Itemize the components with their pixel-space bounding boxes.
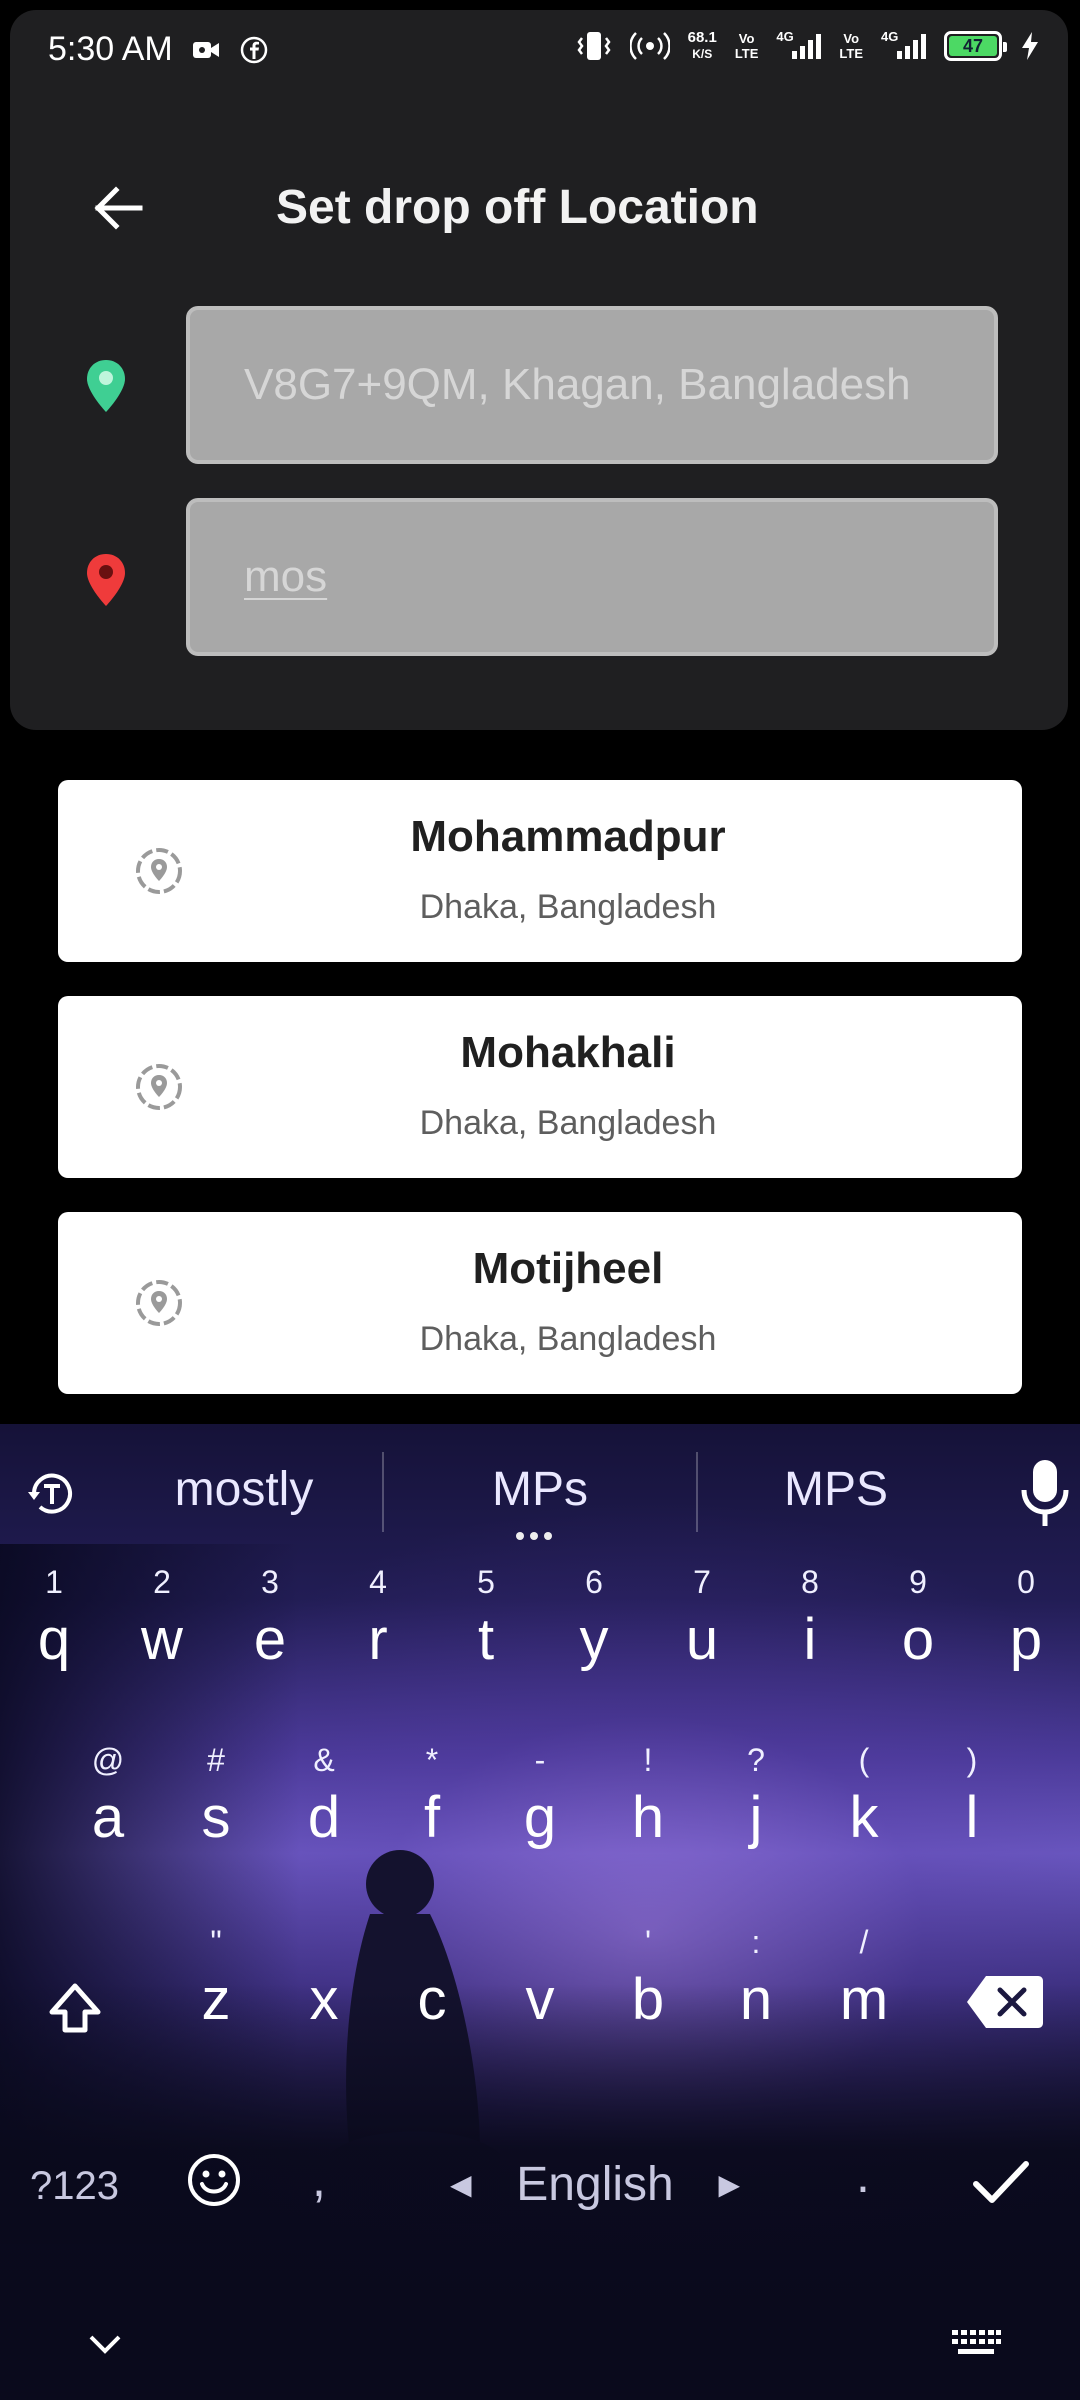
status-bar: 5:30 AM 68.1 K/S Vo LTE 4G Vo LTE 4G 47	[0, 0, 1080, 100]
suggestion-item[interactable]: Mohakhali Dhaka, Bangladesh	[58, 996, 1022, 1178]
key-a[interactable]: @ a	[54, 1742, 162, 1892]
shift-key[interactable]	[40, 1974, 110, 2044]
key-l[interactable]: ) l	[918, 1742, 1026, 1892]
suggestion-title: Motijheel	[472, 1244, 664, 1293]
key-i[interactable]: 8i	[756, 1564, 864, 1714]
facebook-icon	[240, 36, 268, 64]
pickup-pin-icon	[87, 360, 125, 412]
space-key[interactable]: ◀ English ▶	[450, 2154, 740, 2214]
shift-icon	[49, 1983, 101, 2033]
key-e[interactable]: 3e	[216, 1564, 324, 1714]
key-b[interactable]: ' b	[594, 1924, 702, 2074]
comma-key[interactable]: ,	[312, 2150, 326, 2208]
symbols-key[interactable]: ?123	[30, 2164, 119, 2209]
suggestion-subtitle: Dhaka, Bangladesh	[419, 1104, 717, 1142]
key-n[interactable]: :n	[702, 1924, 810, 2074]
dropoff-pin-icon	[87, 554, 125, 606]
key-d[interactable]: & d	[270, 1742, 378, 1892]
key-c[interactable]: c	[378, 1924, 486, 2074]
hotspot-icon	[629, 32, 670, 60]
emoji-icon[interactable]	[186, 2152, 242, 2208]
key-g[interactable]: -g	[486, 1742, 594, 1892]
battery-icon: 47	[944, 31, 1007, 61]
network-speed: 68.1 K/S	[687, 29, 717, 62]
key-s[interactable]: # s	[162, 1742, 270, 1892]
key-j[interactable]: ? j	[702, 1742, 810, 1892]
pickup-location-input[interactable]: V8G7+9QM, Khagan, Bangladesh	[186, 306, 998, 464]
signal-icon-2: 4G	[881, 29, 926, 59]
key-t[interactable]: 5t	[432, 1564, 540, 1714]
key-p[interactable]: 0p	[972, 1564, 1080, 1714]
volte-badge-1: Vo LTE	[734, 31, 759, 61]
key-h[interactable]: ! h	[594, 1742, 702, 1892]
key-y[interactable]: 6y	[540, 1564, 648, 1714]
keyboard: mostly MPs MPS 1q 2w 3e 4r 5t 6y 7u 8i 9…	[0, 1424, 1080, 2400]
vibrate-icon	[577, 32, 611, 60]
more-suggestions-dots[interactable]	[516, 1532, 552, 1540]
backspace-icon	[967, 1976, 1043, 2028]
volte-badge-2: Vo LTE	[839, 31, 863, 61]
key-o[interactable]: 9o	[864, 1564, 972, 1714]
microphone-icon[interactable]	[1018, 1458, 1072, 1528]
suggestion-item[interactable]: Mohammadpur Dhaka, Bangladesh	[58, 780, 1022, 962]
key-q[interactable]: 1q	[0, 1564, 108, 1714]
period-key[interactable]: .	[856, 2146, 870, 2204]
suggestion-item[interactable]: Motijheel Dhaka, Bangladesh	[58, 1212, 1022, 1394]
divider	[382, 1452, 384, 1532]
space-language-label: English	[516, 2157, 674, 2211]
video-camera-icon	[193, 42, 219, 58]
translate-icon[interactable]	[24, 1466, 80, 1522]
signal-icon-1: 4G	[776, 29, 822, 59]
suggestion-title: Mohakhali	[460, 1028, 676, 1077]
language-next-icon: ▶	[718, 2168, 740, 2200]
key-v[interactable]: v	[486, 1924, 594, 2074]
language-prev-icon: ◀	[450, 2168, 472, 2200]
suggestion-subtitle: Dhaka, Bangladesh	[419, 1320, 717, 1358]
word-suggestion[interactable]: mostly	[104, 1462, 384, 1517]
keyboard-switch-icon[interactable]	[950, 2328, 1002, 2358]
key-x[interactable]: x	[270, 1924, 378, 2074]
word-suggestion[interactable]: MPs	[400, 1462, 680, 1517]
page-title: Set drop off Location	[276, 181, 759, 234]
word-suggestion-bar: mostly MPs MPS	[0, 1424, 1080, 1554]
key-u[interactable]: 7u	[648, 1564, 756, 1714]
hide-keyboard-chevron-icon[interactable]	[88, 2334, 122, 2356]
charging-bolt-icon	[1022, 32, 1038, 60]
key-w[interactable]: 2w	[108, 1564, 216, 1714]
back-button[interactable]	[88, 178, 148, 238]
word-suggestion[interactable]: MPS	[696, 1462, 976, 1517]
checkmark-icon[interactable]	[972, 2158, 1030, 2208]
suggestion-subtitle: Dhaka, Bangladesh	[419, 888, 717, 926]
suggestion-title: Mohammadpur	[410, 812, 726, 861]
arrow-left-icon	[94, 186, 143, 230]
key-m[interactable]: / m	[810, 1924, 918, 2074]
key-r[interactable]: 4r	[324, 1564, 432, 1714]
key-z[interactable]: " z	[162, 1924, 270, 2074]
key-k[interactable]: (k	[810, 1742, 918, 1892]
dropoff-location-input[interactable]: mos	[186, 498, 998, 656]
backspace-key[interactable]	[966, 1974, 1044, 2030]
key-f[interactable]: * f	[378, 1742, 486, 1892]
status-time: 5:30 AM	[48, 30, 173, 68]
